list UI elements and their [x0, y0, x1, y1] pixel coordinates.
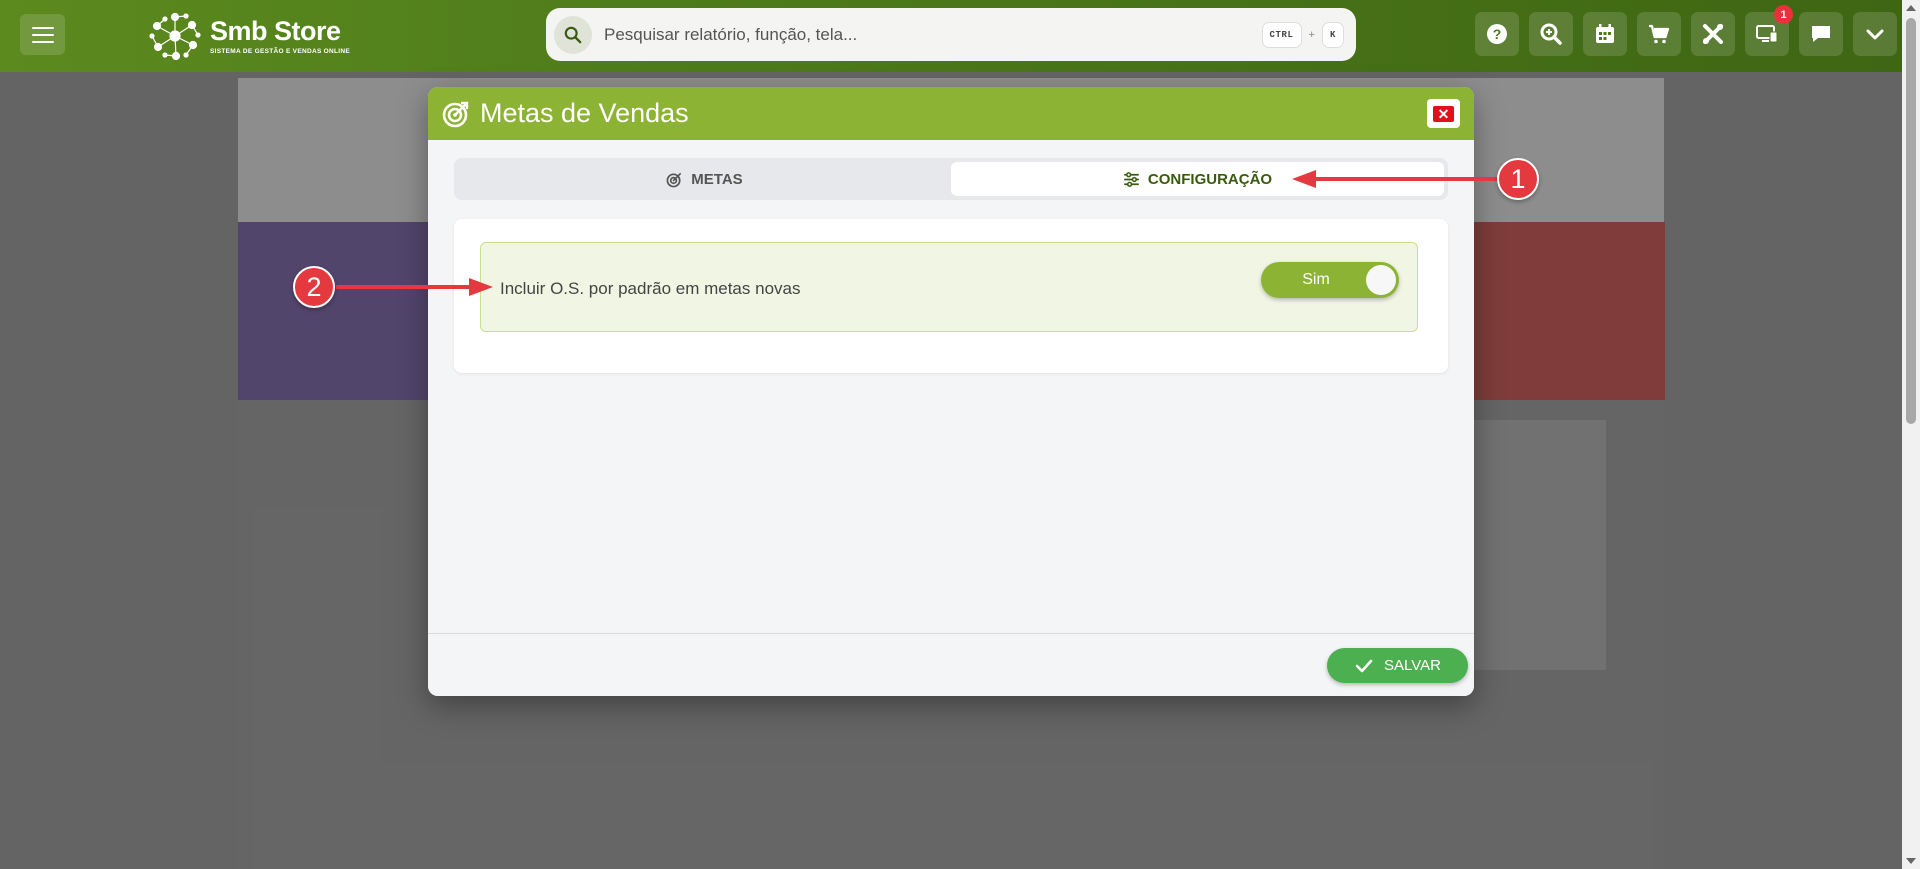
close-button[interactable]: ✕: [1427, 99, 1460, 128]
include-os-toggle[interactable]: Sim: [1261, 262, 1399, 298]
setting-row: Incluir O.S. por padrão em metas novas S…: [480, 242, 1418, 332]
chevron-down-icon: [1866, 29, 1884, 40]
search-bar[interactable]: Pesquisar relatório, função, tela... CTR…: [546, 8, 1356, 61]
shortcut-key-k: K: [1321, 21, 1344, 48]
toggle-label: Sim: [1302, 271, 1330, 288]
help-icon: ?: [1487, 24, 1507, 44]
calendar-icon: [1596, 24, 1614, 43]
logo-icon: [149, 12, 201, 61]
hamburger-icon: [31, 26, 54, 43]
save-label: SALVAR: [1384, 657, 1441, 674]
configuration-panel: Incluir O.S. por padrão em metas novas S…: [454, 219, 1448, 373]
brand-tagline: SISTEMA DE GESTÃO E VENDAS ONLINE: [210, 47, 351, 55]
toolbar-icons: ? 1: [1475, 5, 1907, 56]
top-bar: Smb Store SISTEMA DE GESTÃO E VENDAS ONL…: [0, 0, 1902, 72]
tab-metas[interactable]: METAS: [458, 162, 951, 196]
scroll-down-icon[interactable]: [1906, 858, 1916, 864]
modal-header: Metas de Vendas ✕: [428, 87, 1474, 140]
chat-icon: [1812, 26, 1830, 42]
save-button[interactable]: SALVAR: [1327, 648, 1468, 683]
tab-configuracao[interactable]: CONFIGURAÇÃO: [951, 162, 1444, 196]
zoom-icon: [1540, 23, 1562, 45]
brand-logo[interactable]: Smb Store SISTEMA DE GESTÃO E VENDAS ONL…: [148, 8, 350, 64]
expand-button[interactable]: [1853, 12, 1897, 56]
brand-name: Smb Store: [210, 15, 341, 46]
help-button[interactable]: ?: [1475, 12, 1519, 56]
search-input[interactable]: Pesquisar relatório, função, tela...: [604, 25, 1262, 45]
svg-text:?: ?: [1493, 26, 1502, 42]
modal-tabs: METAS CONFIGURAÇÃO: [454, 158, 1448, 200]
sliders-icon: [1123, 171, 1139, 187]
calendar-button[interactable]: [1583, 12, 1627, 56]
sales-goals-modal: Metas de Vendas ✕ METAS CONFIGURAÇÃO Inc…: [428, 87, 1474, 696]
tab-label: CONFIGURAÇÃO: [1147, 170, 1273, 188]
target-icon: [442, 101, 469, 127]
tab-label: METAS: [691, 170, 743, 188]
scroll-up-icon[interactable]: [1906, 5, 1916, 11]
zoom-button[interactable]: [1529, 12, 1573, 56]
cart-button[interactable]: [1637, 12, 1681, 56]
tools-button[interactable]: [1691, 12, 1735, 56]
shortcut-plus: +: [1308, 28, 1315, 41]
check-icon: [1355, 659, 1373, 672]
shortcut-key-ctrl: CTRL: [1261, 21, 1302, 48]
menu-button[interactable]: [20, 14, 65, 55]
chat-button[interactable]: [1799, 12, 1843, 56]
tools-icon: [1703, 24, 1723, 44]
page-scrollbar[interactable]: [1902, 0, 1920, 869]
modal-title: Metas de Vendas: [480, 98, 689, 128]
target-icon: [666, 172, 682, 187]
annotation-callout-1: 1: [1497, 158, 1539, 200]
monitor-icon: [1756, 25, 1778, 43]
annotation-callout-2: 2: [293, 266, 335, 308]
search-icon[interactable]: [554, 15, 592, 54]
cart-icon: [1649, 24, 1670, 44]
notification-badge: 1: [1774, 5, 1793, 24]
setting-label: Incluir O.S. por padrão em metas novas: [500, 279, 801, 298]
toggle-knob: [1366, 265, 1396, 295]
scrollbar-thumb[interactable]: [1906, 18, 1916, 424]
close-icon: ✕: [1433, 105, 1454, 122]
monitor-button[interactable]: 1: [1745, 5, 1793, 56]
modal-footer: SALVAR: [428, 633, 1474, 696]
